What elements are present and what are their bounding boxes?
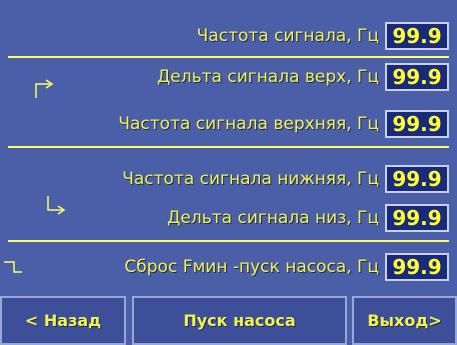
arrow-down-right-icon [44, 194, 66, 216]
param-row-signal-frequency: Частота сигнала, Гц 99.9 [0, 16, 457, 56]
param-label: Сброс Fмин -пуск насоса, Гц [124, 257, 379, 277]
back-button[interactable]: < Назад [0, 296, 126, 345]
exit-button[interactable]: Выход> [352, 296, 457, 345]
param-label: Частота сигнала, Гц [196, 26, 379, 46]
param-value[interactable]: 99.9 [385, 204, 449, 232]
separator [8, 146, 449, 148]
param-value[interactable]: 99.9 [385, 63, 449, 91]
param-label: Частота сигнала верхняя, Гц [118, 114, 379, 134]
param-value[interactable]: 99.9 [385, 22, 449, 50]
start-pump-button[interactable]: Пуск насоса [132, 296, 347, 345]
param-row-delta-lower: Дельта сигнала низ, Гц 99.9 [0, 198, 457, 238]
reset-icon [2, 256, 24, 278]
param-row-reset-fmin: Сброс Fмин -пуск насоса, Гц 99.9 [0, 247, 457, 287]
param-row-delta-upper: Дельта сигнала верх, Гц 99.9 [0, 57, 457, 97]
param-label: Частота сигнала нижняя, Гц [122, 169, 379, 189]
param-label: Дельта сигнала верх, Гц [157, 67, 379, 87]
arrow-up-right-icon [32, 78, 54, 100]
param-label: Дельта сигнала низ, Гц [167, 208, 379, 228]
param-row-frequency-upper: Частота сигнала верхняя, Гц 99.9 [0, 104, 457, 144]
separator [8, 240, 449, 242]
param-value[interactable]: 99.9 [385, 110, 449, 138]
main-screen: Частота сигнала, Гц 99.9 Дельта сигнала … [0, 0, 457, 345]
param-row-frequency-lower: Частота сигнала нижняя, Гц 99.9 [0, 159, 457, 199]
param-value[interactable]: 99.9 [385, 253, 449, 281]
param-value[interactable]: 99.9 [385, 165, 449, 193]
